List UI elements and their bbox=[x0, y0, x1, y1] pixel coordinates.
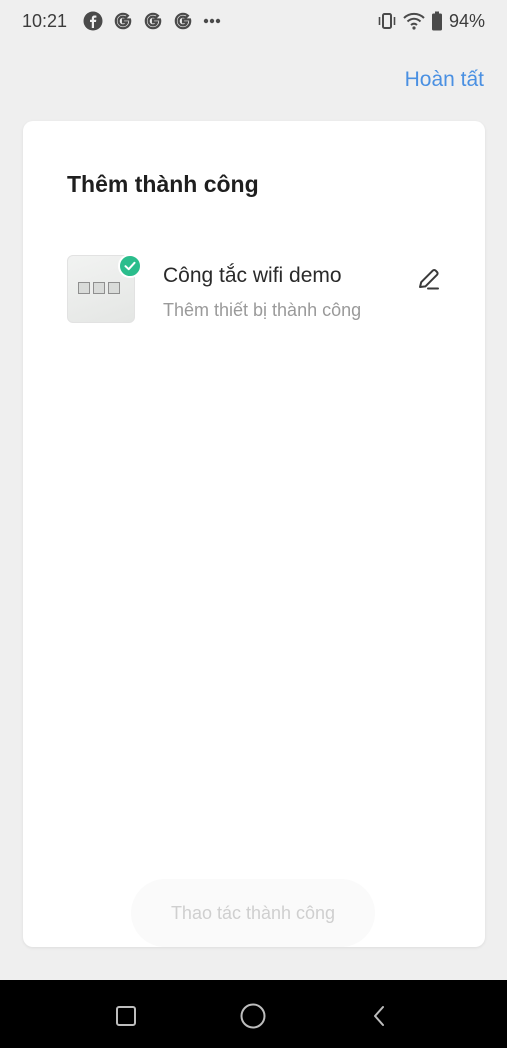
device-row: Công tắc wifi demo Thêm thiết bị thành c… bbox=[67, 254, 445, 327]
google-icon bbox=[113, 11, 133, 31]
recent-apps-icon bbox=[116, 1006, 136, 1026]
success-card: Thêm thành công Công tắc wifi demo Thêm … bbox=[23, 121, 485, 947]
facebook-icon bbox=[83, 11, 103, 31]
switch-key bbox=[78, 282, 90, 294]
more-dots-icon bbox=[203, 17, 221, 25]
home-icon bbox=[240, 1003, 266, 1029]
complete-action-button[interactable]: Thao tác thành công bbox=[131, 879, 375, 947]
navigation-bar bbox=[0, 980, 507, 1048]
back-button[interactable] bbox=[364, 1000, 396, 1032]
recent-apps-button[interactable] bbox=[110, 1000, 142, 1032]
switch-key bbox=[93, 282, 105, 294]
done-button[interactable]: Hoàn tất bbox=[405, 68, 484, 92]
wifi-icon bbox=[403, 12, 425, 30]
device-status: Thêm thiết bị thành công bbox=[163, 300, 362, 320]
status-left: 10:21 bbox=[22, 11, 221, 32]
wifi-switch-thumbnail bbox=[67, 254, 142, 323]
status-time: 10:21 bbox=[22, 10, 68, 31]
pencil-icon bbox=[419, 269, 439, 290]
google-icon bbox=[173, 11, 193, 31]
card-title: Thêm thành công bbox=[67, 171, 259, 197]
vibrate-icon bbox=[377, 11, 397, 31]
back-chevron-icon bbox=[374, 1006, 384, 1026]
edit-name-button[interactable] bbox=[415, 265, 443, 293]
google-icon bbox=[143, 11, 163, 31]
device-name: Công tắc wifi demo bbox=[163, 264, 342, 287]
switch-panel bbox=[78, 282, 122, 298]
status-right: 94% bbox=[377, 11, 485, 32]
status-bar: 10:21 94% bbox=[0, 0, 507, 42]
home-button[interactable] bbox=[237, 1000, 269, 1032]
switch-key bbox=[108, 282, 120, 294]
screen: 10:21 94% Hoàn tất Thêm thành công Công … bbox=[0, 0, 507, 1048]
battery-icon bbox=[431, 11, 443, 31]
checkmark-icon bbox=[118, 254, 142, 278]
battery-percent: 94% bbox=[448, 10, 485, 31]
